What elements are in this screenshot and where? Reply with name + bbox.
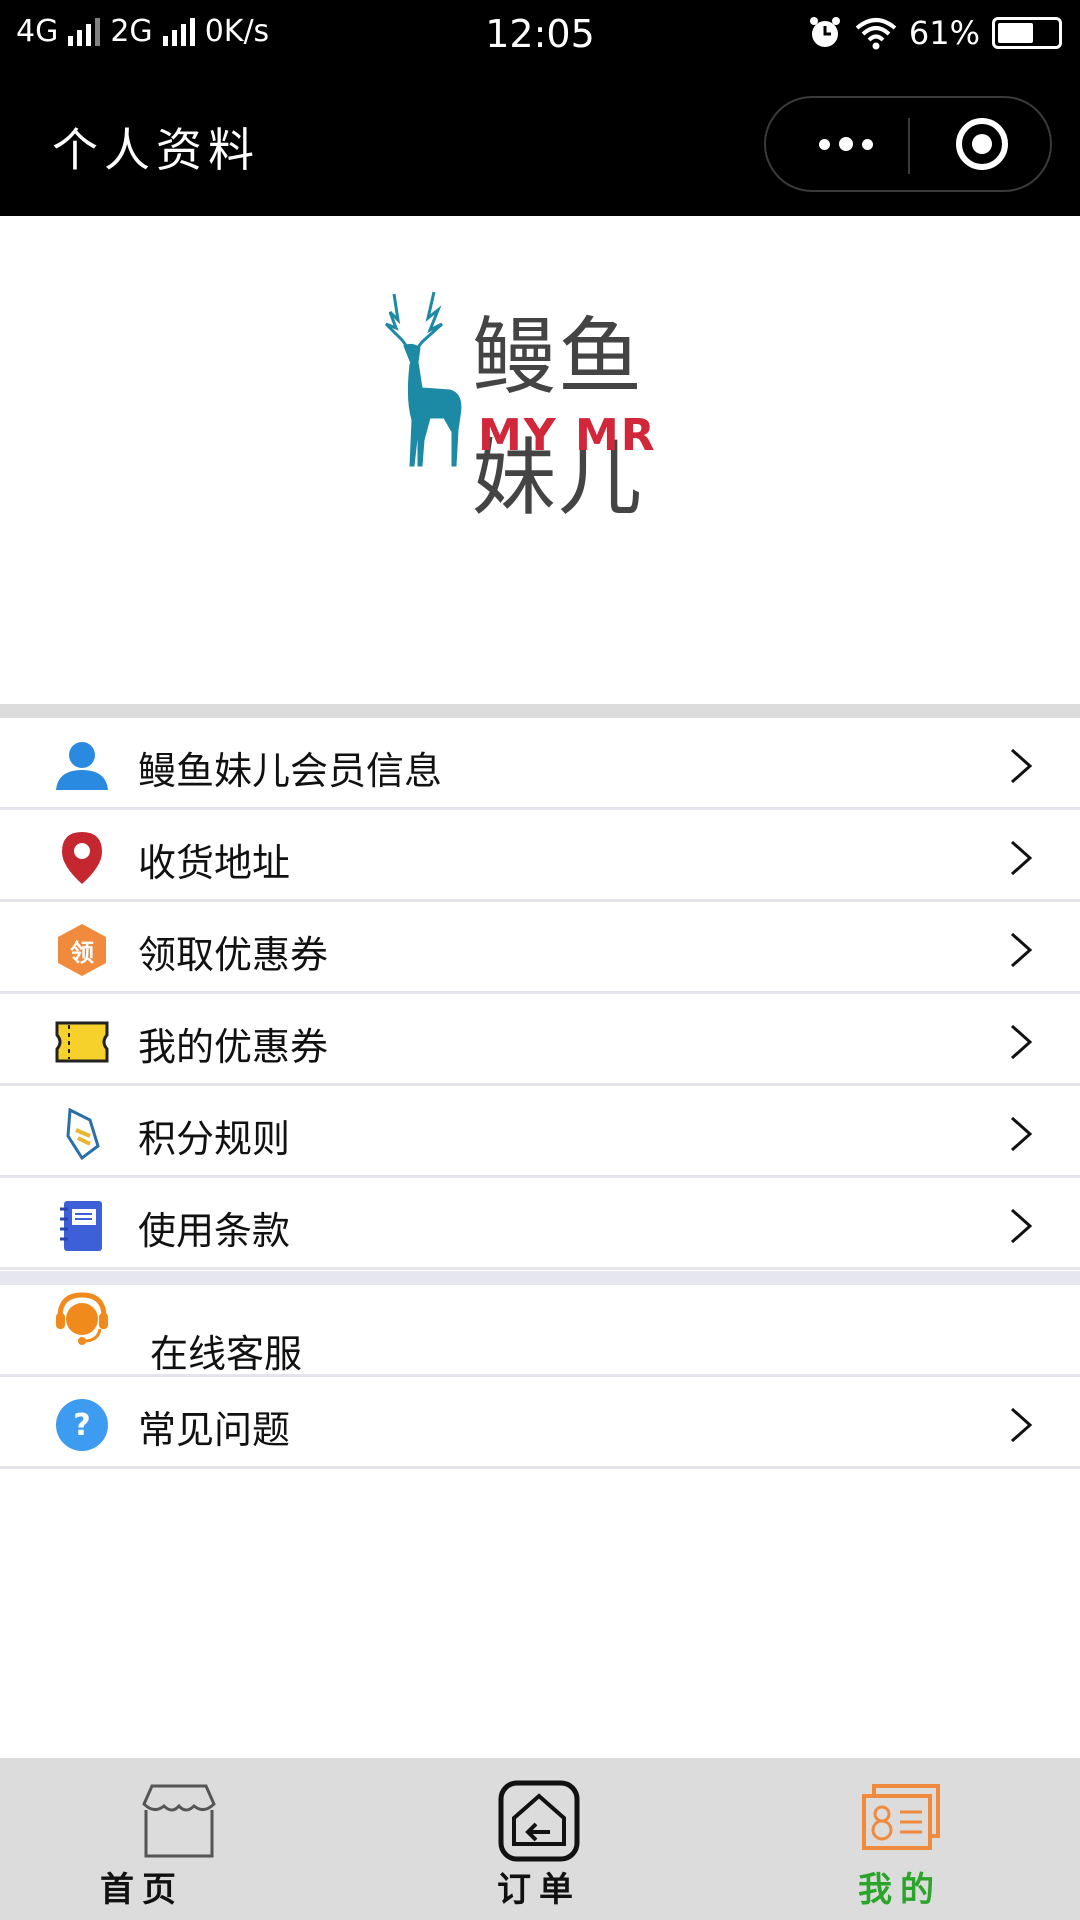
tab-label: 首页 <box>100 1870 184 1910</box>
capsule-divider <box>908 118 910 174</box>
battery-icon <box>992 17 1062 49</box>
menu-item-address[interactable]: 收货地址 <box>0 810 1080 902</box>
chevron-right-icon <box>1011 1407 1033 1443</box>
page-title: 个人资料 <box>52 123 260 177</box>
menu-item-label: 常见问题 <box>138 1408 291 1452</box>
section-divider <box>0 1271 1080 1285</box>
user-icon <box>54 738 110 794</box>
alarm-icon <box>809 17 840 47</box>
battery-level <box>998 23 1033 43</box>
battery-percent: 61% <box>908 14 980 52</box>
mini-program-capsule <box>764 96 1052 192</box>
coupon-claim-icon: 领 <box>54 922 110 978</box>
profile-card-icon <box>862 1784 940 1850</box>
more-dot-icon <box>839 137 853 151</box>
menu-item-points-rules[interactable]: 积分规则 <box>0 1086 1080 1178</box>
notebook-icon <box>54 1198 110 1254</box>
menu-item-label: 使用条款 <box>138 1209 291 1253</box>
menu-item-label: 收货地址 <box>138 841 291 885</box>
chevron-right-icon <box>1011 1024 1033 1060</box>
menu-item-online-service[interactable]: 在线客服 <box>0 1285 1080 1377</box>
chevron-right-icon <box>1011 840 1033 876</box>
title-bar: 个人资料 <box>0 70 1080 216</box>
wifi-icon <box>855 18 897 50</box>
menu-item-label: 在线客服 <box>150 1332 303 1376</box>
chevron-right-icon <box>1011 932 1033 968</box>
more-dot-icon <box>862 138 873 150</box>
store-icon <box>142 1784 216 1858</box>
status-bar: 4G 2G 0K/s 12:05 61% <box>0 0 1080 70</box>
deer-logo-icon <box>384 291 462 467</box>
menu-item-member-info[interactable]: 鳗鱼妹儿会员信息 <box>0 718 1080 810</box>
menu-item-claim-coupon[interactable]: 领 领取优惠券 <box>0 902 1080 994</box>
more-dot-icon <box>819 138 830 150</box>
coupon-claim-icon-text: 领 <box>70 938 94 967</box>
menu-item-my-coupons[interactable]: 我的优惠券 <box>0 994 1080 1086</box>
menu-item-label: 我的优惠券 <box>138 1025 329 1069</box>
tab-bar: 首页 订单 我的 <box>0 1758 1080 1920</box>
question-icon: ? <box>54 1397 110 1453</box>
chevron-right-icon <box>1011 1208 1033 1244</box>
brand-logo: 鳗鱼妹儿 MY MR <box>372 290 727 527</box>
menu-item-faq[interactable]: ? 常见问题 <box>0 1377 1080 1469</box>
more-button[interactable] <box>806 98 886 190</box>
scroll-icon <box>54 1106 110 1162</box>
tab-orders[interactable]: 订单 <box>360 1758 720 1920</box>
order-box-icon <box>498 1780 580 1862</box>
tab-label: 订单 <box>497 1870 581 1910</box>
headset-icon <box>54 1291 110 1347</box>
question-icon-text: ? <box>73 1407 91 1443</box>
section-divider <box>0 704 1080 718</box>
ticket-icon <box>54 1014 110 1070</box>
support-menu: 在线客服 ? 常见问题 <box>0 1285 1080 1469</box>
main-menu: 鳗鱼妹儿会员信息 收货地址 领 领取优惠券 我的优惠券 积分规则 使用条款 <box>0 718 1080 1270</box>
menu-item-terms[interactable]: 使用条款 <box>0 1178 1080 1270</box>
tab-mine[interactable]: 我的 <box>720 1758 1080 1920</box>
close-target-button[interactable] <box>956 118 1008 170</box>
tab-label: 我的 <box>858 1870 942 1910</box>
menu-item-label: 积分规则 <box>138 1117 291 1161</box>
logo-name-en: MY MR <box>478 410 657 461</box>
menu-item-label: 鳗鱼妹儿会员信息 <box>138 749 443 793</box>
chevron-right-icon <box>1011 1116 1033 1152</box>
chevron-right-icon <box>1011 748 1033 784</box>
menu-item-label: 领取优惠券 <box>138 933 329 977</box>
location-pin-icon <box>54 830 110 886</box>
tab-home[interactable]: 首页 <box>0 1758 360 1920</box>
status-right: 61% <box>807 14 1062 52</box>
